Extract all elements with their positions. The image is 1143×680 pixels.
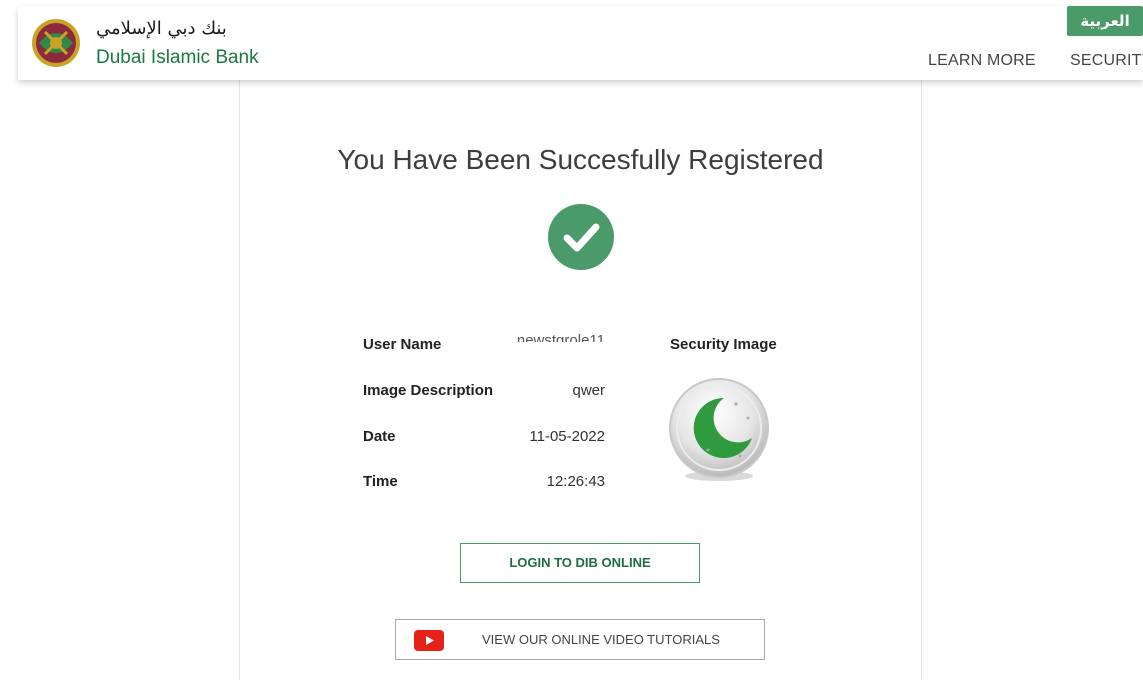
page-title: You Have Been Succesfully Registered <box>337 144 824 175</box>
site-header: بنك دبي الإسلامي Dubai Islamic Bank العر… <box>18 6 1143 80</box>
image-description-label: Image Description <box>363 382 494 399</box>
video-tutorials-label: VIEW OUR ONLINE VIDEO TUTORIALS <box>482 632 720 647</box>
nav-learn-more[interactable]: LEARN MORE <box>928 52 1036 70</box>
time-label: Time <box>363 473 398 490</box>
security-image-label: Security Image <box>670 336 777 353</box>
login-dib-online-button[interactable]: LOGIN TO DIB ONLINE <box>460 543 700 583</box>
registration-success-panel: You Have Been Succesfully Registered Use… <box>239 80 922 680</box>
success-check-icon <box>548 204 614 270</box>
crescent-moon-icon <box>669 378 769 481</box>
time-value: 12:26:43 <box>546 473 605 490</box>
arabic-language-button[interactable]: العربية <box>1067 6 1143 36</box>
brand-name-arabic: بنك دبي الإسلامي <box>96 18 227 39</box>
video-tutorials-button[interactable]: VIEW OUR ONLINE VIDEO TUTORIALS <box>395 619 765 660</box>
dib-logo-icon[interactable] <box>31 18 81 68</box>
date-value: 11-05-2022 <box>529 428 605 445</box>
image-description-value: qwer <box>572 382 605 399</box>
user-name-label: User Name <box>363 336 442 353</box>
youtube-icon <box>414 630 444 651</box>
user-name-value: newstgrole11 <box>516 332 605 342</box>
brand-name-english: Dubai Islamic Bank <box>96 47 259 68</box>
nav-security[interactable]: SECURITY <box>1070 52 1143 70</box>
date-label: Date <box>363 428 396 445</box>
